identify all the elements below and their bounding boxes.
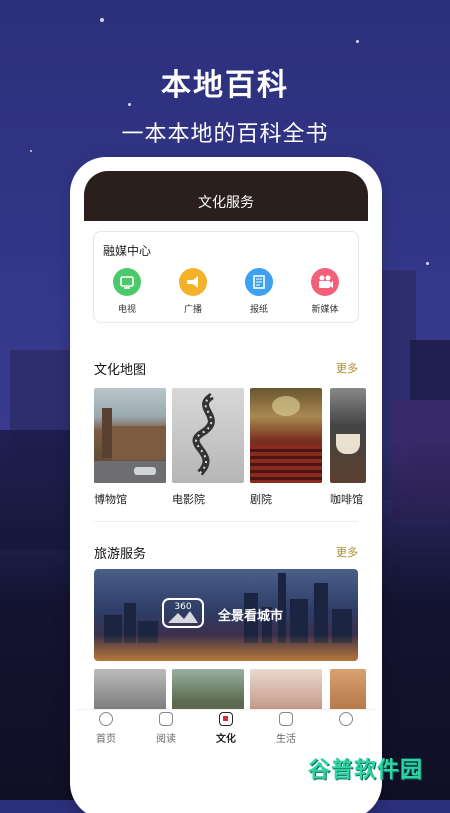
tab-label: 首页 xyxy=(96,734,116,745)
media-center-title: 融媒中心 xyxy=(103,244,152,258)
travel-header: 旅游服务 更多 xyxy=(94,543,358,563)
media-item-newspaper[interactable]: 报纸 xyxy=(229,268,289,315)
tab-culture[interactable]: 文化 xyxy=(198,710,254,745)
panorama-360-icon: 360 xyxy=(160,595,206,631)
cafe-image xyxy=(330,388,366,483)
culture-map-more-link[interactable]: 更多 xyxy=(336,360,358,376)
culture-map-item-label: 博物馆 xyxy=(94,493,127,506)
read-icon xyxy=(159,712,173,726)
media-item-label: 广播 xyxy=(183,305,202,315)
page-title: 文化服务 xyxy=(84,171,368,221)
culture-icon xyxy=(219,712,233,726)
tab-life[interactable]: 生活 xyxy=(258,710,314,745)
culture-map-header: 文化地图 更多 xyxy=(94,359,358,379)
culture-map-item-cinema[interactable]: 电影院 xyxy=(172,388,244,507)
media-item-label: 新媒体 xyxy=(311,305,339,315)
phone-mockup: 文化服务 融媒中心 电视 广播 报纸 新媒体 文化地图 更多 博物馆 电影院 剧… xyxy=(76,163,376,813)
tab-read[interactable]: 阅读 xyxy=(138,710,194,745)
culture-map-item-label: 咖啡馆 xyxy=(330,493,363,506)
media-item-tv[interactable]: 电视 xyxy=(97,268,157,315)
panorama-360-label: 360 xyxy=(174,602,191,612)
media-item-radio[interactable]: 广播 xyxy=(163,268,223,315)
bottom-tab-bar: 首页 阅读 文化 生活 xyxy=(76,709,376,750)
tv-icon xyxy=(113,268,141,296)
museum-image xyxy=(94,388,166,483)
life-icon xyxy=(279,712,293,726)
film-reel-image xyxy=(172,388,244,483)
culture-map-item-label: 电影院 xyxy=(172,493,205,506)
section-title: 文化地图 xyxy=(94,363,147,378)
theater-image xyxy=(250,388,322,483)
promo-title: 本地百科 xyxy=(161,68,289,103)
home-chat-icon xyxy=(99,712,113,726)
section-title: 旅游服务 xyxy=(94,547,147,562)
tab-label: 生活 xyxy=(276,734,296,745)
megaphone-icon xyxy=(179,268,207,296)
video-camera-icon xyxy=(311,268,339,296)
profile-icon xyxy=(339,712,353,726)
media-center-card: 融媒中心 电视 广播 报纸 新媒体 xyxy=(93,231,359,323)
culture-map-item-label: 剧院 xyxy=(250,493,272,506)
media-item-label: 电视 xyxy=(117,305,136,315)
culture-map-list: 博物馆 电影院 剧院 咖啡馆 xyxy=(94,388,376,518)
culture-map-item-theater[interactable]: 剧院 xyxy=(250,388,322,507)
culture-map-item-cafe[interactable]: 咖啡馆 xyxy=(330,388,376,507)
banner-text: 全景看城市 xyxy=(218,609,284,624)
panorama-city-banner[interactable]: 360 全景看城市 xyxy=(94,569,358,661)
tab-profile[interactable] xyxy=(318,710,374,730)
travel-more-link[interactable]: 更多 xyxy=(336,544,358,560)
city-lights xyxy=(94,635,358,661)
promo-headline: 本地百科 一本本地的百科全书 xyxy=(0,60,450,148)
newspaper-icon xyxy=(245,268,273,296)
tab-label: 阅读 xyxy=(156,734,176,745)
tab-home[interactable]: 首页 xyxy=(78,710,134,745)
media-item-label: 报纸 xyxy=(249,305,268,315)
media-item-new-media[interactable]: 新媒体 xyxy=(295,268,355,315)
site-watermark: 谷普软件园 xyxy=(308,758,424,783)
section-divider xyxy=(94,521,358,522)
culture-map-item-museum[interactable]: 博物馆 xyxy=(94,388,166,507)
tab-label: 文化 xyxy=(216,734,236,745)
promo-subtitle: 一本本地的百科全书 xyxy=(121,122,329,147)
